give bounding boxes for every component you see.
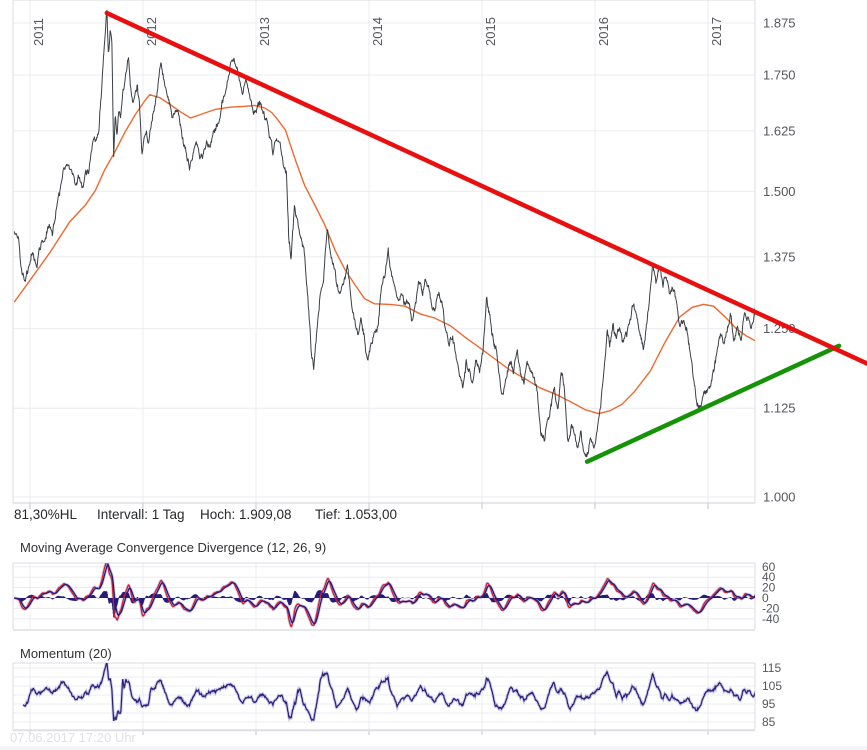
- svg-text:1.625: 1.625: [763, 123, 796, 138]
- svg-text:1.125: 1.125: [763, 401, 796, 416]
- resistance-trendline: [104, 10, 867, 367]
- status-low: Tief: 1.053,00: [315, 507, 398, 522]
- svg-text:2011: 2011: [31, 18, 46, 46]
- svg-text:2014: 2014: [370, 17, 385, 46]
- support-trendline: [584, 343, 842, 464]
- svg-text:1.500: 1.500: [763, 184, 796, 199]
- bottom-strip: [0, 746, 867, 750]
- macd-line: [14, 563, 755, 628]
- svg-text:2015: 2015: [483, 17, 498, 46]
- macd-panel-title: Moving Average Convergence Divergence (1…: [20, 540, 327, 555]
- chart-window: 1.875 1.750 1.625 1.500 1.375 1.250 1.125 1.000…: [0, 0, 867, 750]
- svg-text:1.000: 1.000: [763, 490, 796, 505]
- svg-text:2016: 2016: [596, 17, 611, 46]
- chart-timestamp: 07.06.2017 17:20 Uhr: [10, 730, 136, 745]
- svg-text:1.375: 1.375: [763, 249, 796, 264]
- status-range-percent: 81,30%HL: [14, 507, 78, 522]
- svg-text:1.750: 1.750: [763, 68, 796, 83]
- svg-text:115: 115: [762, 661, 781, 675]
- chart-canvas[interactable]: 1.8751.7501.6251.5001.3751.2501.1251.000…: [0, 0, 867, 750]
- momentum-panel-title: Momentum (20): [20, 646, 112, 661]
- svg-text:95: 95: [762, 697, 776, 711]
- status-interval: Intervall: 1 Tag: [97, 507, 185, 522]
- svg-text:85: 85: [762, 715, 776, 729]
- svg-text:1.875: 1.875: [763, 16, 796, 31]
- svg-text:-40: -40: [762, 612, 780, 626]
- price-line: [13, 9, 755, 458]
- svg-text:2017: 2017: [709, 17, 724, 46]
- svg-text:2013: 2013: [257, 17, 272, 46]
- svg-text:105: 105: [762, 679, 782, 693]
- status-high: Hoch: 1.909,08: [200, 507, 292, 522]
